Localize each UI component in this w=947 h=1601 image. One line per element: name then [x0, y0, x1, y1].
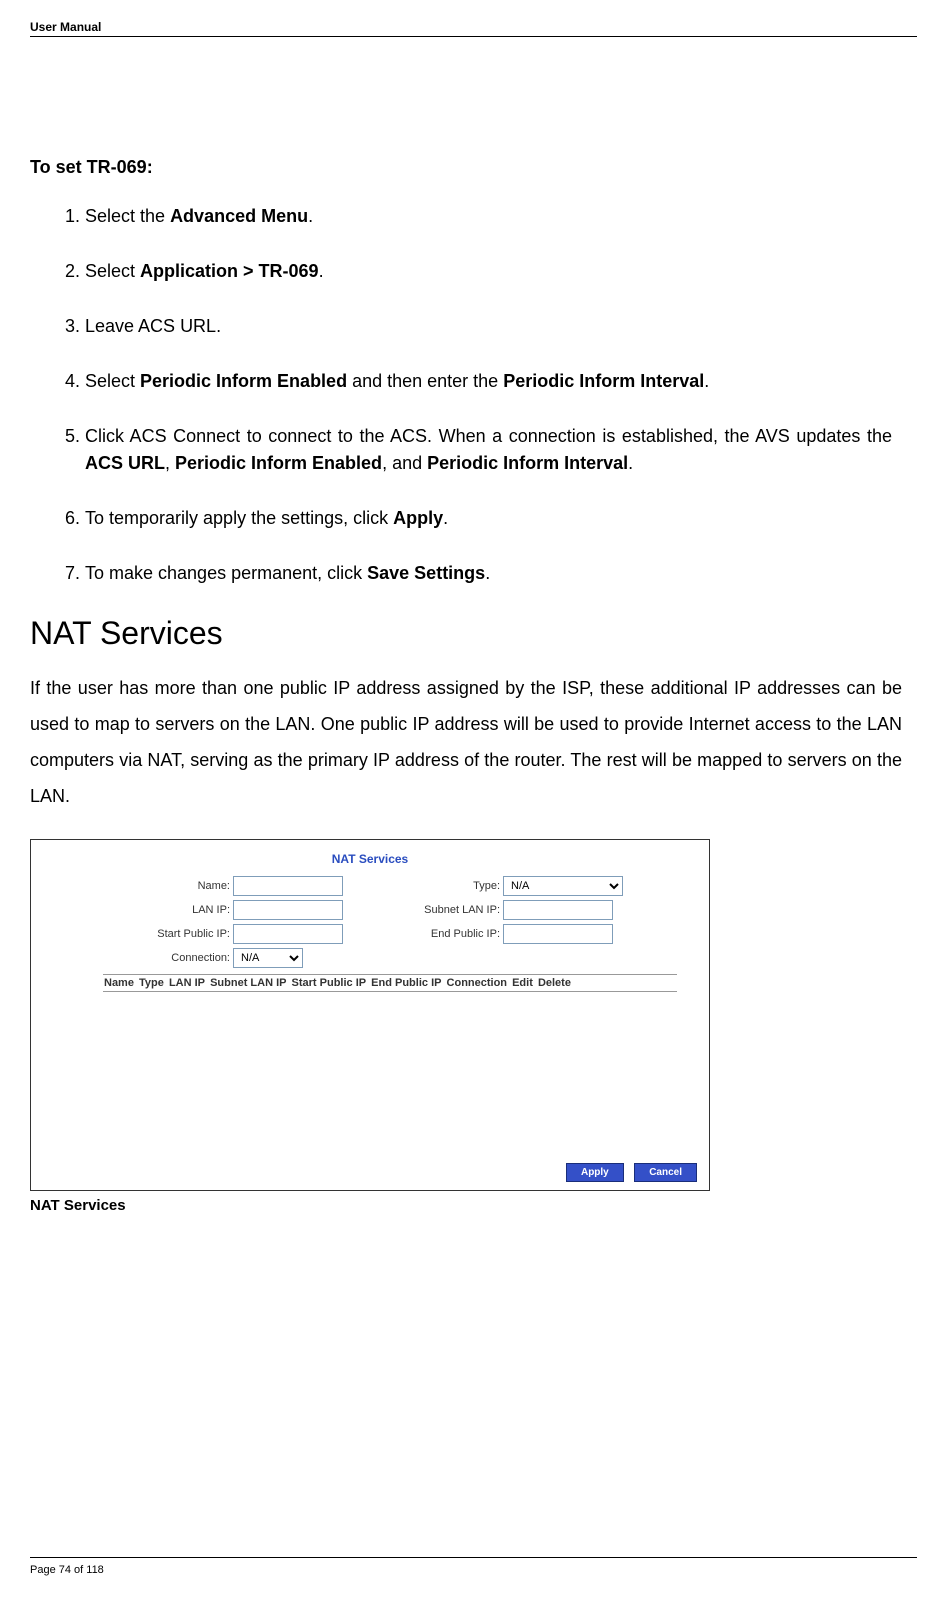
step-text: . — [443, 508, 448, 528]
step-text: . — [308, 206, 313, 226]
step-text: Select — [85, 371, 140, 391]
subnet-lan-ip-input[interactable] — [503, 900, 613, 920]
th-delete: Delete — [537, 977, 572, 989]
procedure-steps: Select the Advanced Menu. Select Applica… — [85, 203, 892, 587]
step-text: . — [704, 371, 709, 391]
step-bold: Periodic Inform Interval — [503, 371, 704, 391]
step-7: To make changes permanent, click Save Se… — [85, 560, 892, 587]
screenshot-button-bar: Apply Cancel — [560, 1162, 697, 1182]
header-label: User Manual — [30, 20, 917, 34]
connection-select[interactable]: N/A — [233, 948, 303, 968]
form-grid: Name: Type: N/A LAN IP: Subnet LAN IP: S… — [43, 876, 697, 968]
th-lan-ip: LAN IP — [168, 977, 206, 989]
start-public-ip-input[interactable] — [233, 924, 343, 944]
step-3: Leave ACS URL. — [85, 313, 892, 340]
step-4: Select Periodic Inform Enabled and then … — [85, 368, 892, 395]
header-rule — [30, 36, 917, 37]
label-end-public-ip: End Public IP: — [373, 928, 503, 940]
th-start-public-ip: Start Public IP — [291, 977, 368, 989]
step-2: Select Application > TR-069. — [85, 258, 892, 285]
step-text: Select the — [85, 206, 170, 226]
step-text: . — [319, 261, 324, 281]
name-input[interactable] — [233, 876, 343, 896]
label-lan-ip: LAN IP: — [43, 904, 233, 916]
cancel-button[interactable]: Cancel — [634, 1163, 697, 1182]
step-bold: Periodic Inform Enabled — [175, 453, 382, 473]
th-end-public-ip: End Public IP — [370, 977, 442, 989]
step-text: . — [628, 453, 633, 473]
screenshot-title: NAT Services — [43, 852, 697, 866]
step-bold: ACS URL — [85, 453, 165, 473]
section-paragraph: If the user has more than one public IP … — [30, 670, 902, 814]
step-bold: Periodic Inform Enabled — [140, 371, 347, 391]
step-bold: Advanced Menu — [170, 206, 308, 226]
th-subnet-lan-ip: Subnet LAN IP — [209, 977, 287, 989]
step-text: Click ACS Connect to connect to the ACS.… — [85, 426, 892, 446]
step-text: , — [165, 453, 175, 473]
step-bold: Periodic Inform Interval — [427, 453, 628, 473]
label-type: Type: — [373, 880, 503, 892]
th-name: Name — [103, 977, 135, 989]
step-bold: Save Settings — [367, 563, 485, 583]
label-subnet-lan-ip: Subnet LAN IP: — [373, 904, 503, 916]
step-text: To temporarily apply the settings, click — [85, 508, 393, 528]
page-number: Page 74 of 118 — [30, 1564, 917, 1576]
th-edit: Edit — [511, 977, 534, 989]
step-text: , and — [382, 453, 427, 473]
end-public-ip-input[interactable] — [503, 924, 613, 944]
step-bold: Application > TR-069 — [140, 261, 319, 281]
label-start-public-ip: Start Public IP: — [43, 928, 233, 940]
label-connection: Connection: — [43, 952, 233, 964]
type-select[interactable]: N/A — [503, 876, 623, 896]
step-text: Leave ACS URL. — [85, 316, 221, 336]
section-heading-nat-services: NAT Services — [30, 615, 917, 652]
table-header-row: Name Type LAN IP Subnet LAN IP Start Pub… — [103, 974, 677, 992]
apply-button[interactable]: Apply — [566, 1163, 624, 1182]
footer-rule — [30, 1557, 917, 1558]
step-bold: Apply — [393, 508, 443, 528]
figure-caption: NAT Services — [30, 1197, 917, 1214]
screenshot-nat-services: NAT Services Name: Type: N/A LAN IP: Sub… — [30, 839, 710, 1191]
th-connection: Connection — [446, 977, 509, 989]
page-footer: Page 74 of 118 — [30, 1557, 917, 1576]
step-6: To temporarily apply the settings, click… — [85, 505, 892, 532]
step-text: Select — [85, 261, 140, 281]
step-text: and then enter the — [347, 371, 503, 391]
step-text: To make changes permanent, click — [85, 563, 367, 583]
label-name: Name: — [43, 880, 233, 892]
procedure-title: To set TR-069: — [30, 157, 917, 178]
step-1: Select the Advanced Menu. — [85, 203, 892, 230]
lan-ip-input[interactable] — [233, 900, 343, 920]
th-type: Type — [138, 977, 165, 989]
step-5: Click ACS Connect to connect to the ACS.… — [85, 423, 892, 477]
step-text: . — [485, 563, 490, 583]
